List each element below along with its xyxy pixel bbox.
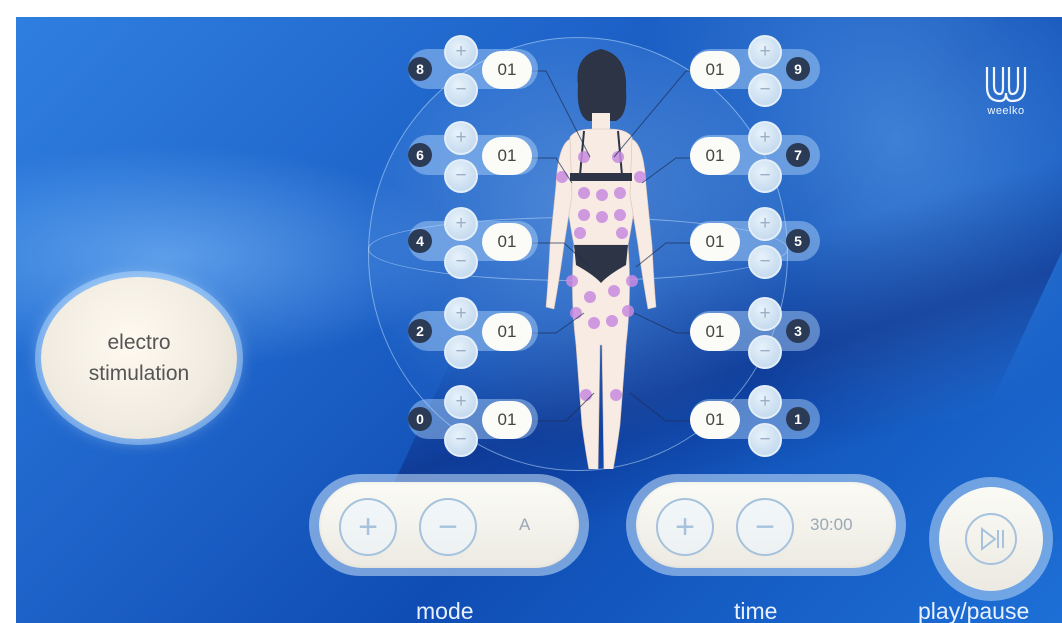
channel-1-number: 1 [786,407,810,431]
channel-3-plus-button[interactable]: + [748,297,782,331]
channel-2-minus-button[interactable]: − [444,335,478,369]
channel-1-value: 01 [690,401,740,439]
channel-5-minus-button[interactable]: − [748,245,782,279]
channel-5-plus-button[interactable]: + [748,207,782,241]
minus-icon: − [438,508,458,546]
plus-icon: + [675,508,695,546]
play-pause-button[interactable] [929,477,1053,601]
channel-9-number: 9 [786,57,810,81]
channel-3-number: 3 [786,319,810,343]
plus-icon: + [358,508,378,546]
time-minus-button[interactable]: − [736,498,794,556]
channel-8-minus-button[interactable]: − [444,73,478,107]
mode-panel: + − A [309,474,589,576]
channel-0-plus-button[interactable]: + [444,385,478,419]
channel-7-value: 01 [690,137,740,175]
channel-6-plus-button[interactable]: + [444,121,478,155]
channel-0-minus-button[interactable]: − [444,423,478,457]
mode-label: mode [416,598,474,623]
channel-1-plus-button[interactable]: + [748,385,782,419]
channel-2-plus-button[interactable]: + [444,297,478,331]
channel-4-minus-button[interactable]: − [444,245,478,279]
play-pause-label: play/pause [918,598,1030,623]
app-screen: weelko electro stimulation + − 01 8 + − … [16,17,1062,623]
channel-6-number: 6 [408,143,432,167]
channel-9-minus-button[interactable]: − [748,73,782,107]
channel-5-value: 01 [690,223,740,261]
play-pause-inner [939,487,1043,591]
channel-4-number: 4 [408,229,432,253]
channel-8-plus-button[interactable]: + [444,35,478,69]
channel-5-number: 5 [786,229,810,253]
channel-0-value: 01 [482,401,532,439]
mode-value: A [519,515,531,534]
channel-0-number: 0 [408,407,432,431]
channel-9-value: 01 [690,51,740,89]
channel-9-plus-button[interactable]: + [748,35,782,69]
time-label: time [734,598,778,623]
channel-2-number: 2 [408,319,432,343]
channel-4-plus-button[interactable]: + [444,207,478,241]
channel-6-minus-button[interactable]: − [444,159,478,193]
channel-8-number: 8 [408,57,432,81]
channel-7-minus-button[interactable]: − [748,159,782,193]
channel-1-minus-button[interactable]: − [748,423,782,457]
channel-6-value: 01 [482,137,532,175]
mode-plus-button[interactable]: + [339,498,397,556]
minus-icon: − [755,508,775,546]
channel-7-plus-button[interactable]: + [748,121,782,155]
channel-4-value: 01 [482,223,532,261]
play-pause-icon [965,513,1017,565]
time-plus-button[interactable]: + [656,498,714,556]
time-panel: + − 30:00 [626,474,906,576]
channel-3-value: 01 [690,313,740,351]
time-value: 30:00 [810,515,853,534]
channel-3-minus-button[interactable]: − [748,335,782,369]
mode-minus-button[interactable]: − [419,498,477,556]
channel-2-value: 01 [482,313,532,351]
channel-8-value: 01 [482,51,532,89]
channel-7-number: 7 [786,143,810,167]
